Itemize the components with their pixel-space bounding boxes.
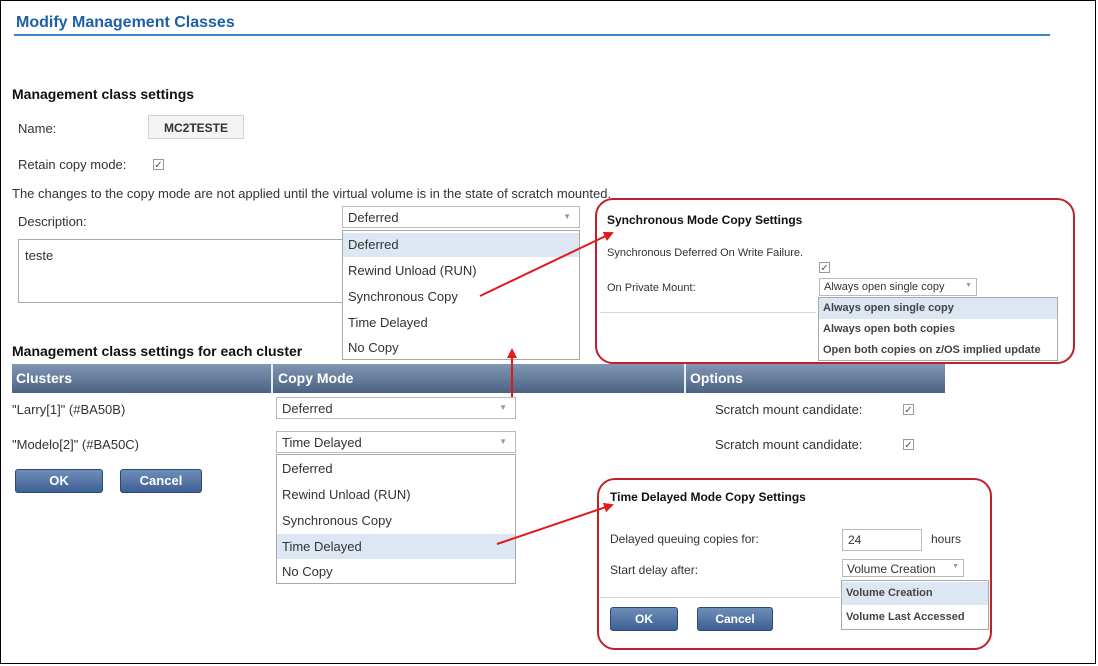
arrow-to-sync-callout [479,231,614,297]
annotation-arrows [479,231,614,545]
arrow-to-delay-callout [496,502,614,545]
